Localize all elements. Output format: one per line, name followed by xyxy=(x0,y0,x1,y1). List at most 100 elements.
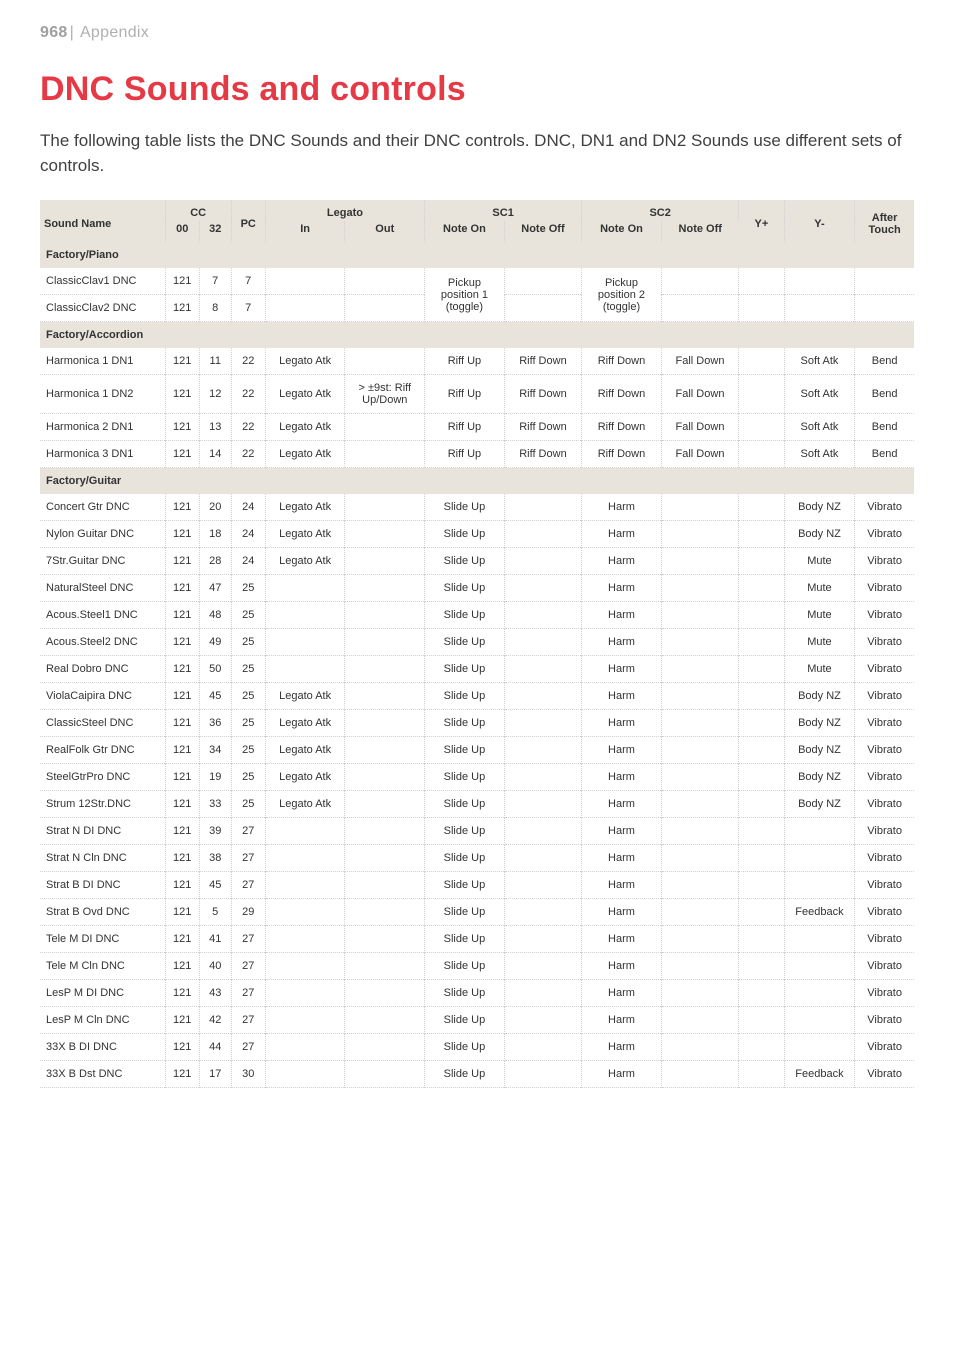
yminus-cell: Body NZ xyxy=(784,494,855,521)
cc32-cell: 17 xyxy=(199,1061,231,1088)
cc00-cell: 121 xyxy=(165,764,199,791)
th-legin: In xyxy=(265,221,345,242)
sc1-noteon-cell: Slide Up xyxy=(425,872,505,899)
legato-out-cell xyxy=(345,348,425,375)
after-cell: Vibrato xyxy=(855,764,914,791)
sc2-noteoff-cell xyxy=(661,818,738,845)
legato-out-cell xyxy=(345,494,425,521)
sc1-noteoff-cell xyxy=(504,521,581,548)
yplus-cell xyxy=(739,872,785,899)
sc2-noteon-cell: Harm xyxy=(582,737,662,764)
sc2-noteoff-cell xyxy=(661,1007,738,1034)
cc00-cell: 121 xyxy=(165,629,199,656)
sc1-noteon-cell: Slide Up xyxy=(425,602,505,629)
legato-out-cell xyxy=(345,845,425,872)
after-cell: Vibrato xyxy=(855,656,914,683)
cc00-cell: 121 xyxy=(165,926,199,953)
yplus-cell xyxy=(739,629,785,656)
yminus-cell: Mute xyxy=(784,602,855,629)
th-cc32: 32 xyxy=(199,221,231,242)
sc2-noteon-cell: Harm xyxy=(582,1061,662,1088)
sc2-noteoff-cell xyxy=(661,656,738,683)
legato-out-cell xyxy=(345,295,425,322)
cc00-cell: 121 xyxy=(165,441,199,468)
sc2-noteon-cell: Harm xyxy=(582,764,662,791)
th-after: After Touch xyxy=(855,200,914,242)
cc00-cell: 121 xyxy=(165,1061,199,1088)
sound-name-cell: Harmonica 3 DN1 xyxy=(40,441,165,468)
sc1-noteoff-cell xyxy=(504,656,581,683)
sc1-noteon-cell: Slide Up xyxy=(425,899,505,926)
legato-in-cell: Legato Atk xyxy=(265,710,345,737)
after-cell: Bend xyxy=(855,441,914,468)
sound-name-cell: ViolaCaipira DNC xyxy=(40,683,165,710)
pc-cell: 25 xyxy=(231,656,265,683)
sc1-noteon-cell: Slide Up xyxy=(425,710,505,737)
sc2-noteoff-cell xyxy=(661,629,738,656)
page-header: 968| Appendix xyxy=(40,24,914,42)
sc1-noteon-cell: Slide Up xyxy=(425,548,505,575)
legato-in-cell xyxy=(265,953,345,980)
pc-cell: 25 xyxy=(231,629,265,656)
sc2-noteoff-cell xyxy=(661,899,738,926)
cc00-cell: 121 xyxy=(165,494,199,521)
yminus-cell xyxy=(784,953,855,980)
legato-out-cell xyxy=(345,953,425,980)
sc2-noteoff-cell xyxy=(661,980,738,1007)
table-row: Acous.Steel2 DNC1214925Slide UpHarmMuteV… xyxy=(40,629,914,656)
cc32-cell: 44 xyxy=(199,1034,231,1061)
th-sc2-noteoff: Note Off xyxy=(661,221,738,242)
pc-cell: 27 xyxy=(231,980,265,1007)
yplus-cell xyxy=(739,845,785,872)
sc2-noteoff-cell xyxy=(661,710,738,737)
page-number: 968 xyxy=(40,24,68,41)
legato-in-cell: Legato Atk xyxy=(265,764,345,791)
sound-name-cell: SteelGtrPro DNC xyxy=(40,764,165,791)
sound-name-cell: Strat B Ovd DNC xyxy=(40,899,165,926)
sound-name-cell: ClassicClav1 DNC xyxy=(40,268,165,295)
cc32-cell: 43 xyxy=(199,980,231,1007)
table-row: Strat B Ovd DNC121529Slide UpHarmFeedbac… xyxy=(40,899,914,926)
sc1-noteoff-cell xyxy=(504,602,581,629)
cc32-cell: 47 xyxy=(199,575,231,602)
legato-out-cell xyxy=(345,656,425,683)
sc1-noteon-cell: Slide Up xyxy=(425,494,505,521)
legato-in-cell xyxy=(265,980,345,1007)
yplus-cell xyxy=(739,602,785,629)
yminus-cell xyxy=(784,845,855,872)
yminus-cell: Mute xyxy=(784,548,855,575)
sc2-noteoff-cell xyxy=(661,295,738,322)
sc2-noteoff-cell xyxy=(661,791,738,818)
section-row: Factory/Piano xyxy=(40,242,914,268)
sc1-noteon-cell: Riff Up xyxy=(425,348,505,375)
sc2-noteon-cell: Harm xyxy=(582,899,662,926)
dnc-table: Sound Name CC PC Legato SC1 SC2 Y+ Y- Af… xyxy=(40,200,914,1088)
after-cell: Vibrato xyxy=(855,575,914,602)
pc-cell: 7 xyxy=(231,268,265,295)
sc1-noteoff-cell: Riff Down xyxy=(504,375,581,414)
th-sc1: SC1 xyxy=(425,200,582,221)
yminus-cell: Body NZ xyxy=(784,683,855,710)
sc1-noteon-cell: Slide Up xyxy=(425,1007,505,1034)
section-label: Factory/Guitar xyxy=(40,468,914,495)
sc1-noteoff-cell xyxy=(504,494,581,521)
cc00-cell: 121 xyxy=(165,683,199,710)
legato-in-cell xyxy=(265,1034,345,1061)
pc-cell: 27 xyxy=(231,872,265,899)
yminus-cell: Mute xyxy=(784,629,855,656)
sc1-noteon-cell: Slide Up xyxy=(425,737,505,764)
legato-out-cell xyxy=(345,683,425,710)
legato-in-cell: Legato Atk xyxy=(265,494,345,521)
yplus-cell xyxy=(739,980,785,1007)
sc1-noteon-cell: Slide Up xyxy=(425,521,505,548)
table-row: ViolaCaipira DNC1214525Legato AtkSlide U… xyxy=(40,683,914,710)
sc1-noteon-cell: Slide Up xyxy=(425,1061,505,1088)
yplus-cell xyxy=(739,656,785,683)
pc-cell: 24 xyxy=(231,548,265,575)
after-cell: Bend xyxy=(855,348,914,375)
sc1-noteoff-cell xyxy=(504,1007,581,1034)
table-row: Tele M DI DNC1214127Slide UpHarmVibrato xyxy=(40,926,914,953)
sc1-noteoff-cell xyxy=(504,764,581,791)
yminus-cell xyxy=(784,872,855,899)
legato-in-cell: Legato Atk xyxy=(265,548,345,575)
